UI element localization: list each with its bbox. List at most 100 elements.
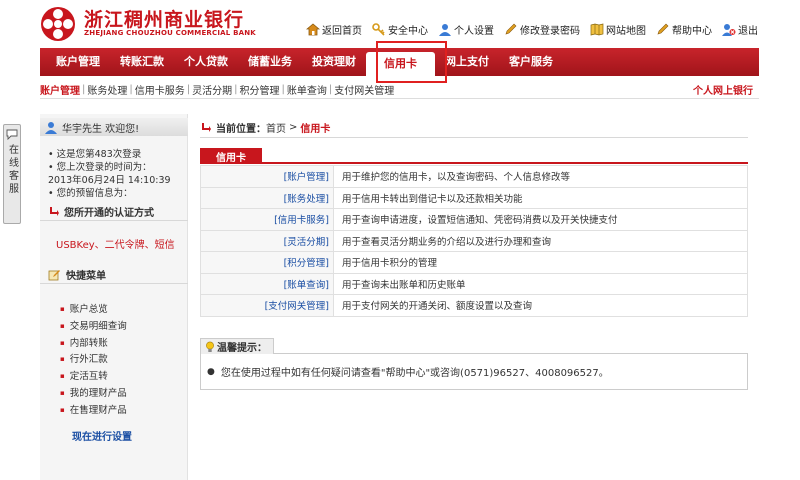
site-map-link[interactable]: 网站地图 — [590, 22, 646, 37]
sidebar: 华宇先生 欢迎您! • 这是您第483次登录 • 您上次登录的时间为： 2013… — [40, 114, 188, 480]
table-row: [积分管理] 用于信用卡积分的管理 — [200, 251, 748, 274]
breadcrumb-divider — [200, 137, 748, 138]
quick-wealth-on-sale[interactable]: 在售理财产品 — [60, 403, 127, 420]
row-desc: 用于维护您的信用卡，以及查询密码、个人信息修改等 — [333, 165, 748, 188]
exit-icon — [722, 24, 736, 36]
row-desc: 用于查询申请进度，设置短信通知、凭密码消费以及开关快捷支付 — [333, 208, 748, 231]
row-desc: 用于信用卡转出到借记卡以及还款相关功能 — [333, 186, 748, 209]
site-map-label: 网站地图 — [606, 26, 646, 37]
function-table: [账户管理] 用于维护您的信用卡，以及查询密码、个人信息修改等 [账务处理] 用… — [200, 165, 748, 317]
breadcrumb: 当前位置： 首页 > 信用卡 — [200, 118, 748, 136]
reserved-info-label: • 您的预留信息为： — [48, 188, 133, 199]
quick-external-remit[interactable]: 行外汇款 — [60, 352, 127, 369]
tips-header: 温馨提示： — [200, 338, 748, 354]
change-password-link[interactable]: 修改登录密码 — [504, 22, 580, 37]
personal-ebank-label: 个人网上银行 — [693, 86, 753, 97]
security-center-link[interactable]: 安全中心 — [372, 22, 428, 37]
bank-logo-icon[interactable] — [40, 6, 76, 42]
subnav-separator: | — [186, 83, 191, 95]
table-row: [账务处理] 用于信用卡转出到借记卡以及还款相关功能 — [200, 186, 748, 209]
pencil-icon — [505, 23, 517, 35]
lightbulb-icon — [206, 341, 214, 352]
nav-customer-service[interactable]: 客户服务 — [499, 48, 563, 76]
row-link-installment[interactable]: [灵活分期] — [200, 229, 334, 252]
tips-title: 温馨提示： — [200, 338, 274, 354]
subnav-account-management[interactable]: 账户管理 — [40, 82, 80, 97]
edit-icon — [48, 269, 60, 280]
row-desc: 用于信用卡积分的管理 — [333, 251, 748, 274]
subnav-installment[interactable]: 灵活分期 — [192, 82, 232, 97]
bank-name-en: ZHEJIANG CHOUZHOU COMMERCIAL BANK — [84, 29, 256, 37]
subnav-gateway[interactable]: 支付网关管理 — [334, 82, 394, 97]
row-link-bill[interactable]: [账单查询] — [200, 272, 334, 295]
top-links: 返回首页 安全中心 个人设置 修改登录密码 网站地图 帮助中心 退出 — [306, 22, 758, 37]
active-tab-highlight — [376, 41, 447, 83]
welcome-bar: 华宇先生 欢迎您! — [40, 118, 188, 136]
quick-fixed-demand[interactable]: 定活互转 — [60, 369, 127, 386]
subnav-card-service[interactable]: 信用卡服务 — [135, 82, 185, 97]
tips-text: 您在使用过程中如有任何疑问请查看"帮助中心"或咨询(0571)96527、400… — [220, 368, 609, 379]
sub-nav: 账户管理 | 账务处理 | 信用卡服务 | 灵活分期 | 积分管理 | 账单查询… — [40, 80, 759, 98]
last-login-label: • 您上次登录的时间为： — [48, 162, 152, 173]
key-icon — [372, 23, 385, 36]
breadcrumb-home[interactable]: 首页 — [266, 120, 286, 135]
row-desc: 用于支付网关的开通关闭、额度设置以及查询 — [333, 294, 748, 317]
nav-personal-loan[interactable]: 个人贷款 — [174, 48, 238, 76]
row-link-processing[interactable]: [账务处理] — [200, 186, 334, 209]
quick-transaction-query[interactable]: 交易明细查询 — [60, 319, 127, 336]
quick-my-wealth[interactable]: 我的理财产品 — [60, 386, 127, 403]
arrow-icon — [202, 122, 211, 132]
quick-internal-transfer[interactable]: 内部转账 — [60, 336, 127, 353]
login-info: • 这是您第483次登录 • 您上次登录的时间为： 2013年06月24日 14… — [48, 148, 184, 200]
subnav-separator: | — [129, 83, 133, 95]
home-link-label: 返回首页 — [322, 26, 362, 37]
nav-transfer[interactable]: 转账汇款 — [110, 48, 174, 76]
table-row: [支付网关管理] 用于支付网关的开通关闭、额度设置以及查询 — [200, 294, 748, 317]
row-link-account[interactable]: [账户管理] — [200, 165, 334, 188]
chat-icon — [6, 129, 18, 140]
quick-menu-text: 快捷菜单 — [66, 271, 106, 282]
row-link-points[interactable]: [积分管理] — [200, 251, 334, 274]
section-tab: 信用卡 — [200, 148, 262, 164]
auth-methods: USBKey、二代令牌、短信 — [56, 240, 175, 251]
row-link-card-service[interactable]: [信用卡服务] — [200, 208, 334, 231]
header: 浙江稠州商业银行 ZHEJIANG CHOUZHOU COMMERCIAL BA… — [0, 0, 800, 46]
subnav-points[interactable]: 积分管理 — [240, 82, 280, 97]
tips-title-text: 温馨提示： — [217, 343, 267, 354]
security-center-label: 安全中心 — [388, 26, 428, 37]
breadcrumb-label: 当前位置： — [216, 123, 266, 135]
quick-menu-title: 快捷菜单 — [40, 266, 188, 284]
subnav-separator: | — [82, 83, 86, 95]
subnav-bill-query[interactable]: 账单查询 — [287, 82, 327, 97]
breadcrumb-current: 信用卡 — [300, 123, 331, 135]
tips-box: ● 您在使用过程中如有任何疑问请查看"帮助中心"或咨询(0571)96527、4… — [200, 354, 748, 390]
row-desc: 用于查看灵活分期业务的介绍以及进行办理和查询 — [333, 229, 748, 252]
personal-settings-label: 个人设置 — [454, 26, 494, 37]
help-center-link[interactable]: 帮助中心 — [656, 22, 712, 37]
table-row: [信用卡服务] 用于查询申请进度，设置短信通知、凭密码消费以及开关快捷支付 — [200, 208, 748, 231]
map-icon — [590, 23, 604, 36]
nav-account-management[interactable]: 账户管理 — [46, 48, 110, 76]
quick-account-overview[interactable]: 账户总览 — [60, 302, 127, 319]
subnav-separator: | — [281, 83, 285, 95]
subnav-separator: | — [234, 83, 238, 95]
arrow-icon — [50, 207, 59, 216]
table-row: [账单查询] 用于查询未出账单和历史账单 — [200, 272, 748, 295]
bullet-icon: ● — [207, 366, 215, 377]
home-link[interactable]: 返回首页 — [306, 22, 362, 37]
bank-name-cn: 浙江稠州商业银行 — [84, 9, 245, 31]
row-desc: 用于查询未出账单和历史账单 — [333, 272, 748, 295]
online-service-tab[interactable]: 在线客服 — [3, 124, 21, 224]
setup-now-link[interactable]: 现在进行设置 — [72, 428, 132, 443]
subnav-account-processing[interactable]: 账务处理 — [87, 82, 127, 97]
login-count: • 这是您第483次登录 — [48, 149, 142, 160]
personal-settings-link[interactable]: 个人设置 — [438, 22, 494, 37]
change-password-label: 修改登录密码 — [520, 26, 580, 37]
logout-link[interactable]: 退出 — [722, 22, 758, 37]
nav-investment[interactable]: 投资理财 — [302, 48, 366, 76]
nav-savings[interactable]: 储蓄业务 — [238, 48, 302, 76]
home-icon — [306, 23, 320, 36]
row-link-gateway[interactable]: [支付网关管理] — [200, 294, 334, 317]
section-tab-bar: 信用卡 — [200, 148, 748, 164]
table-row: [账户管理] 用于维护您的信用卡，以及查询密码、个人信息修改等 — [200, 165, 748, 188]
